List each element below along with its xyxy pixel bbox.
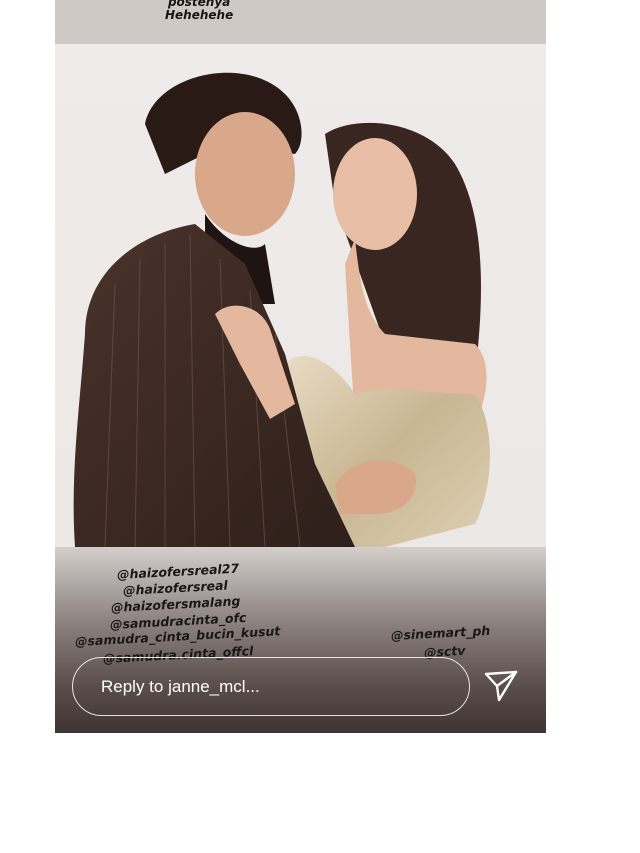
reply-input[interactable]: Reply to janne_mcl... xyxy=(72,657,470,716)
caption-line: Hehehehe xyxy=(165,8,234,22)
send-icon[interactable] xyxy=(483,668,519,704)
story-viewer[interactable]: postenya Hehehehe @haizofersreal27 @haiz… xyxy=(55,0,546,733)
top-caption-band: postenya Hehehehe xyxy=(55,0,546,44)
story-photo xyxy=(55,44,546,547)
top-caption: postenya Hehehehe xyxy=(165,0,233,22)
couple-photo xyxy=(73,72,490,547)
reply-placeholder: Reply to janne_mcl... xyxy=(101,677,260,696)
